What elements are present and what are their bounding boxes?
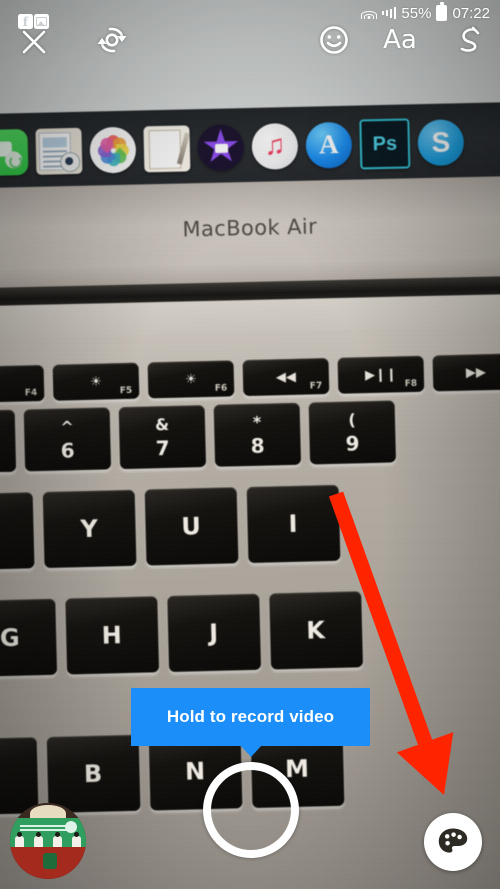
key-letter-glyph: M: [284, 754, 311, 784]
imovie-icon: ★: [197, 124, 245, 172]
key-shift-glyph: &: [154, 414, 170, 434]
key-fn-label: F4: [24, 388, 38, 399]
key-letter-glyph: H: [101, 621, 124, 650]
key-letter-glyph: G: [0, 623, 21, 653]
top-bar-right-group: Aa: [314, 20, 486, 60]
shutter-button[interactable]: [203, 762, 299, 858]
news-icon: [35, 127, 83, 175]
key-letter-glyph: K: [305, 616, 327, 645]
key-y: Y: [42, 489, 137, 569]
record-video-tooltip: Hold to record video: [131, 688, 370, 757]
camera-screen: ★ ♫ A Ps S MacBook Air: [0, 0, 500, 889]
text-aa-icon: Aa: [383, 25, 417, 55]
flip-camera-button[interactable]: [92, 20, 132, 60]
keyboard-letter-row-1: TYUI: [0, 480, 500, 571]
artist-palette-icon: [438, 828, 468, 853]
key-t: T: [0, 492, 35, 571]
gallery-thumbnail[interactable]: [10, 803, 86, 879]
facebook-f-glyph: f: [22, 14, 29, 29]
photo-badge-icon: [34, 14, 49, 29]
key-base-glyph: 6: [60, 437, 75, 463]
key-u: U: [144, 487, 239, 566]
key-5: %5: [0, 409, 17, 474]
key-9: (9: [308, 400, 397, 465]
camera-flip-icon: [97, 27, 127, 53]
key-f8: ▶❙❙ F8: [337, 355, 425, 394]
tooltip-pointer: [239, 745, 262, 757]
app-store-icon: A: [305, 121, 353, 169]
tooltip-text: Hold to record video: [166, 707, 335, 726]
doodle-squiggle-icon: [460, 26, 480, 52]
key-glyph: ☀: [184, 371, 197, 388]
key-f9: ▶▶F9: [432, 353, 500, 392]
keyboard-function-row: F4 ☀ F5 ☀ F6 ◀◀ F7 ▶❙❙ F8 ▶▶F9: [0, 353, 500, 404]
keyboard-number-row: %5^6&7*8(9: [0, 397, 500, 474]
key-letter-glyph: Y: [80, 514, 100, 544]
key-shift-glyph: *: [252, 412, 262, 432]
pages-icon: [143, 125, 191, 173]
key-7: & 7: [118, 405, 207, 470]
key-letter-glyph: J: [208, 618, 220, 647]
itunes-icon: ♫: [251, 122, 299, 170]
camera-top-bar: f Aa: [0, 14, 500, 66]
facetime-icon: [0, 129, 29, 177]
smiley-face-icon: [320, 26, 348, 54]
skype-icon: S: [417, 119, 465, 167]
key-base-glyph: 8: [250, 433, 265, 458]
itunes-note-glyph: ♫: [263, 129, 286, 161]
key-fn-label: F7: [309, 381, 323, 392]
dock-icon-row: ★ ♫ A Ps S: [0, 117, 465, 178]
key-shift-glyph: ^: [60, 416, 75, 437]
key-b: B: [46, 734, 141, 813]
key-8: * 8: [213, 402, 302, 467]
key-base-glyph: 9: [345, 430, 360, 456]
key-fn-label: F6: [214, 383, 228, 394]
key-k: K: [269, 591, 364, 670]
key-glyph: ☀: [89, 374, 103, 390]
key-f6: ☀ F6: [147, 360, 235, 399]
key-f5: ☀ F5: [52, 362, 140, 401]
skype-glyph: S: [431, 126, 451, 158]
key-glyph: ▶▶: [465, 364, 487, 381]
stickers-button[interactable]: [314, 20, 354, 60]
facebook-badge-icon: f: [18, 14, 33, 29]
key-shift-glyph: (: [348, 409, 356, 430]
key-letter-glyph: U: [180, 512, 203, 541]
key-letter-glyph: N: [184, 757, 207, 786]
key-f7: ◀◀ F7: [242, 358, 330, 397]
macbook-air-label: MacBook Air: [182, 214, 318, 242]
key-i: I: [246, 484, 341, 564]
photos-icon: [89, 126, 137, 174]
top-bar-left-group: f: [14, 14, 132, 60]
key-letter-glyph: I: [288, 509, 299, 539]
photoshop-icon: Ps: [359, 118, 411, 170]
doodle-button[interactable]: [446, 20, 486, 60]
key-g: G: [0, 598, 58, 677]
effects-palette-button[interactable]: [424, 813, 482, 871]
key-glyph: ◀◀: [275, 369, 297, 385]
key-fn-label: F5: [119, 385, 133, 397]
key-6: ^ 6: [23, 407, 112, 472]
key-base-glyph: 7: [155, 435, 170, 460]
key-f4: F4: [0, 364, 45, 404]
key-fn-label: F8: [404, 378, 418, 390]
close-button[interactable]: f: [14, 14, 54, 60]
key-h: H: [65, 596, 160, 675]
key-glyph: ▶❙❙: [364, 366, 397, 383]
key-letter-glyph: V: [0, 762, 2, 790]
keyboard-letter-row-2: GHJK: [0, 587, 500, 677]
key-letter-glyph: B: [83, 759, 104, 789]
key-j: J: [167, 593, 262, 672]
text-button[interactable]: Aa: [380, 20, 420, 60]
app-store-glyph: A: [318, 128, 339, 160]
photoshop-glyph: Ps: [372, 132, 398, 155]
share-target-badges: f: [18, 14, 49, 29]
